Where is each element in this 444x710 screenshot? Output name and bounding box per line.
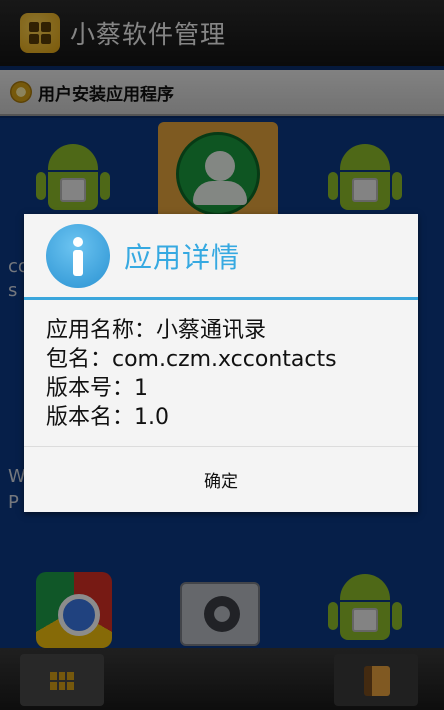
version-code-line: 版本号：1 (46, 376, 148, 401)
dialog-title: 应用详情 (124, 240, 241, 274)
ok-button[interactable]: 确定 (174, 457, 268, 502)
dialog-footer: 确定 (24, 446, 418, 512)
info-icon (46, 223, 110, 288)
package-name-line: 包名：com.czm.xccontacts (46, 347, 337, 372)
app-detail-dialog: 应用详情 应用名称：小蔡通讯录 包名：com.czm.xccontacts 版本… (24, 214, 418, 512)
app-name-line: 应用名称：小蔡通讯录 (46, 318, 267, 343)
version-name-line: 版本名：1.0 (46, 405, 169, 430)
dialog-body: 应用名称：小蔡通讯录 包名：com.czm.xccontacts 版本号：1 版… (24, 300, 418, 432)
dialog-header: 应用详情 (24, 214, 418, 300)
